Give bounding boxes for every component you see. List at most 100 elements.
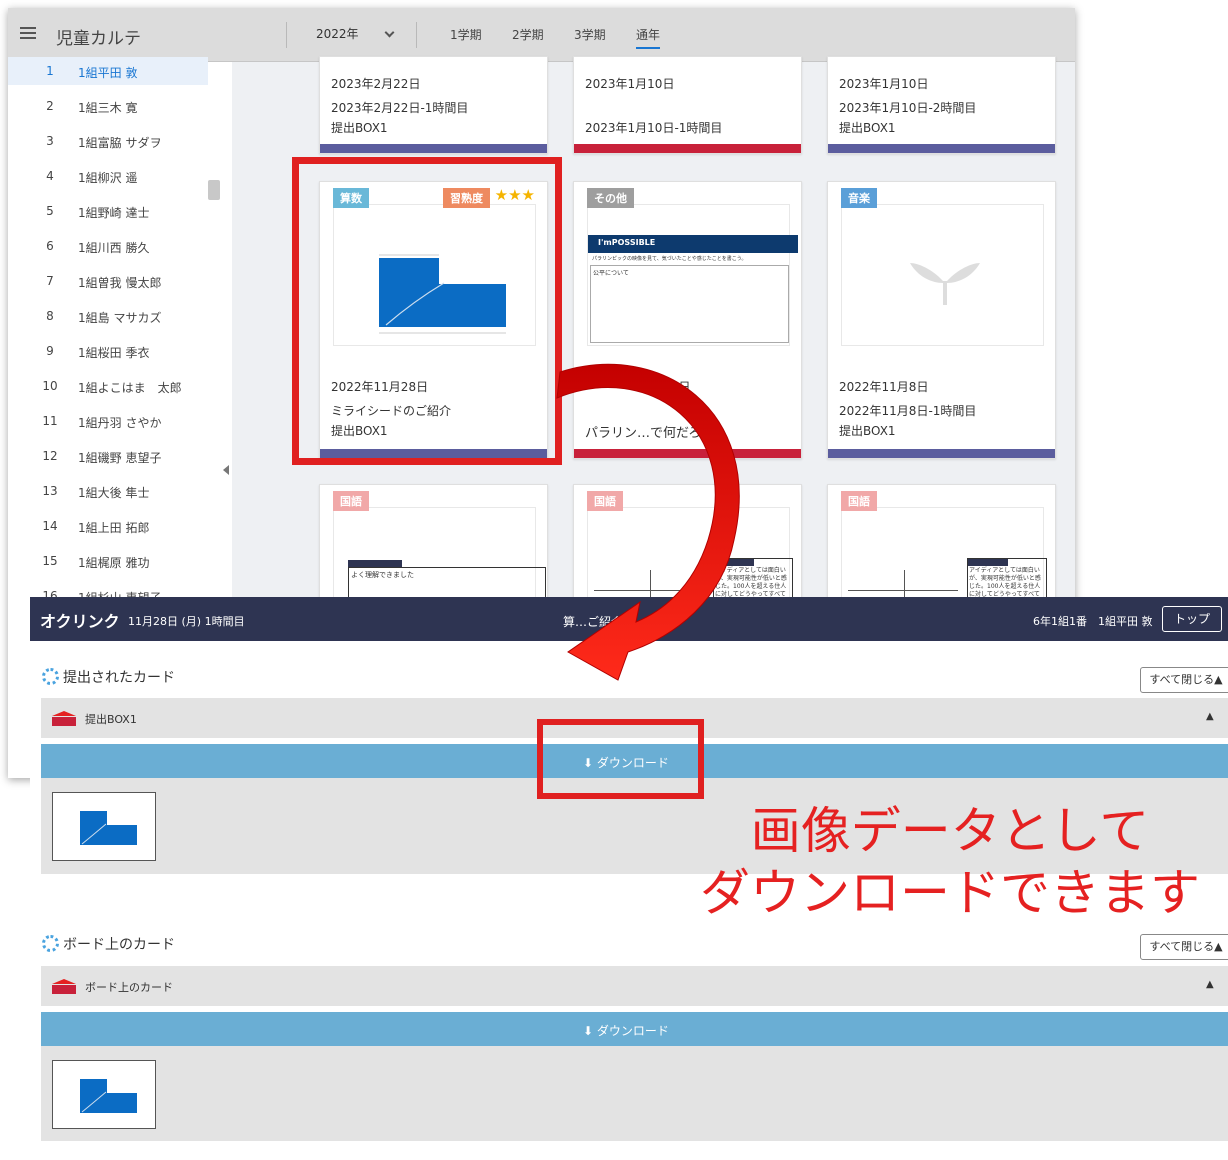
card[interactable]: 2023年2月22日 2023年2月22日-1時間目 提出BOX1 — [319, 56, 548, 154]
student-name: 1組富脇 サダヲ — [78, 136, 162, 150]
student-number: 3 — [46, 134, 54, 148]
card-japanese[interactable]: よく理解できました 国語 — [319, 484, 548, 622]
student-number: 4 — [46, 169, 54, 183]
axis — [594, 590, 704, 591]
axis — [848, 590, 958, 591]
student-name: 1組柳沢 遥 — [78, 171, 138, 185]
chevron-down-icon[interactable] — [384, 27, 395, 38]
scrollbar-thumb[interactable] — [208, 180, 220, 200]
year-select[interactable]: 2022年 — [316, 25, 359, 42]
highlight-frame-download — [537, 719, 704, 799]
tab-term-1[interactable]: 1学期 — [450, 26, 482, 47]
student-number: 6 — [46, 239, 54, 253]
card-box: 提出BOX1 — [331, 121, 388, 135]
submitted-cards-heading: 提出されたカード — [42, 667, 175, 687]
box-header[interactable]: ボード上のカード ▲ — [41, 966, 1228, 1006]
card-title: 2023年2月22日-1時間目 — [331, 101, 469, 115]
box-icon — [52, 711, 76, 726]
card-thumbnail — [841, 204, 1044, 346]
highlight-frame-card — [292, 157, 562, 465]
box-icon — [52, 979, 76, 994]
card-date: 2023年1月10日 — [585, 77, 675, 91]
board-cards-heading: ボード上のカード — [42, 934, 175, 954]
student-number: 8 — [46, 309, 54, 323]
download-button[interactable]: ⬇ ダウンロード — [41, 1012, 1228, 1046]
card-thumbnail[interactable] — [52, 792, 156, 861]
subject-tag-japanese: 国語 — [841, 491, 877, 511]
collapse-icon[interactable]: ▲ — [1206, 979, 1214, 990]
app-title: 児童カルテ — [56, 29, 141, 49]
student-name: 1組磯野 恵望子 — [78, 451, 162, 465]
card-music[interactable]: 音楽 2022年11月8日 2022年11月8日-1時間目 提出BOX1 — [827, 181, 1056, 459]
student-number: 11 — [42, 414, 58, 428]
sidebar-collapse-icon[interactable] — [223, 465, 229, 475]
card-date: 2023年1月10日 — [839, 77, 929, 91]
card-bar — [320, 144, 547, 153]
card-thumbnail[interactable] — [52, 1060, 156, 1129]
card-japanese[interactable]: アイディアとしては面白いが、実現可能性が低いと感じた。100人を超える住人に対し… — [827, 484, 1056, 617]
card-bar — [828, 449, 1055, 458]
box-label: ボード上のカード — [85, 981, 173, 994]
collapse-icon[interactable]: ▲ — [1206, 711, 1214, 722]
student-row[interactable]: 3 1組富脇 サダヲ — [8, 127, 208, 155]
student-row[interactable]: 9 1組桜田 季衣 — [8, 337, 208, 365]
tab-term-3[interactable]: 3学期 — [574, 26, 606, 47]
close-all-button[interactable]: すべて閉じる▲ — [1140, 934, 1228, 960]
student-row[interactable]: 4 1組柳沢 遥 — [8, 162, 208, 190]
download-label: ダウンロード — [596, 1024, 669, 1038]
student-row[interactable]: 7 1組曽我 慢太郎 — [8, 267, 208, 295]
top-bar: 児童カルテ 2022年 1学期 2学期 3学期 通年 — [8, 8, 1075, 62]
menu-icon[interactable] — [20, 27, 36, 39]
student-row[interactable]: 5 1組野崎 達士 — [8, 197, 208, 225]
student-row[interactable]: 8 1組島 マサカズ — [8, 302, 208, 330]
card-other[interactable]: I'mPOSSIBLE パラリンピックの映像を見て、気づいたことや感じたことを書… — [573, 181, 802, 459]
student-row[interactable]: 11 1組丹羽 さやか — [8, 407, 208, 435]
student-name: 1組上田 拓郎 — [78, 521, 150, 535]
student-row[interactable]: 14 1組上田 拓郎 — [8, 512, 208, 540]
student-row[interactable]: 12 1組磯野 恵望子 — [8, 442, 208, 470]
answer-text: よく理解できました — [351, 571, 414, 579]
card-title: 2023年1月10日-2時間目 — [839, 101, 977, 115]
card[interactable]: 2023年1月10日 2023年1月10日-1時間目 — [573, 56, 802, 154]
student-number: 10 — [42, 379, 58, 393]
annotation-caption: 画像データとして ダウンロードできます — [680, 800, 1220, 924]
shape-drawing — [80, 811, 137, 845]
annotation-line: ダウンロードできます — [700, 864, 1200, 922]
subject-tag-japanese: 国語 — [587, 491, 623, 511]
student-name: 1組よこはま 太郎 — [78, 381, 182, 395]
student-number: 14 — [42, 519, 58, 533]
section-title: 提出されたカード — [63, 670, 175, 686]
tab-full-year[interactable]: 通年 — [636, 26, 661, 49]
student-row[interactable]: 13 1組大後 隼士 — [8, 477, 208, 505]
student-row[interactable]: 1 1組平田 敦 — [8, 57, 208, 85]
student-row[interactable]: 6 1組川西 勝久 — [8, 232, 208, 260]
student-number: 7 — [46, 274, 54, 288]
student-row[interactable]: 15 1組梶原 雅功 — [8, 547, 208, 575]
card-japanese[interactable]: アイディアとしては面白いが、実現可能性が低いと感じた。100人を超える住人に対し… — [573, 484, 802, 617]
card-date: 2023年2月22日 — [331, 77, 421, 91]
answer-text: 公平について — [593, 270, 629, 277]
subject-tag-other: その他 — [587, 188, 634, 208]
student-name: 1組大後 隼士 — [78, 486, 150, 500]
card-box: 提出BOX1 — [839, 424, 896, 438]
card-area — [41, 1046, 1228, 1141]
close-all-button[interactable]: すべて閉じる▲ — [1140, 667, 1228, 693]
student-name: 1組野崎 達士 — [78, 206, 150, 220]
tab-term-2[interactable]: 2学期 — [512, 26, 544, 47]
student-name: 1組丹羽 さやか — [78, 416, 162, 430]
loading-icon — [42, 668, 59, 685]
card[interactable]: 2023年1月10日 2023年1月10日-2時間目 提出BOX1 — [827, 56, 1056, 154]
student-name: 1組川西 勝久 — [78, 241, 150, 255]
student-row[interactable]: 2 1組三木 寛 — [8, 92, 208, 120]
label-bar — [348, 560, 402, 567]
top-button[interactable]: トップ — [1162, 606, 1222, 632]
student-info: 6年1組1番 1組平田 敦 — [1033, 615, 1153, 628]
subject-tag-japanese: 国語 — [333, 491, 369, 511]
student-row[interactable]: 10 1組よこはま 太郎 — [8, 372, 208, 400]
download-icon: ⬇ — [583, 1024, 597, 1038]
brand-logo: オクリンク — [40, 612, 120, 631]
student-name: 1組島 マサカズ — [78, 311, 162, 325]
student-name: 1組桜田 季衣 — [78, 346, 150, 360]
divider — [286, 22, 287, 48]
lesson-title: 算…ご紹介」 — [563, 615, 636, 629]
